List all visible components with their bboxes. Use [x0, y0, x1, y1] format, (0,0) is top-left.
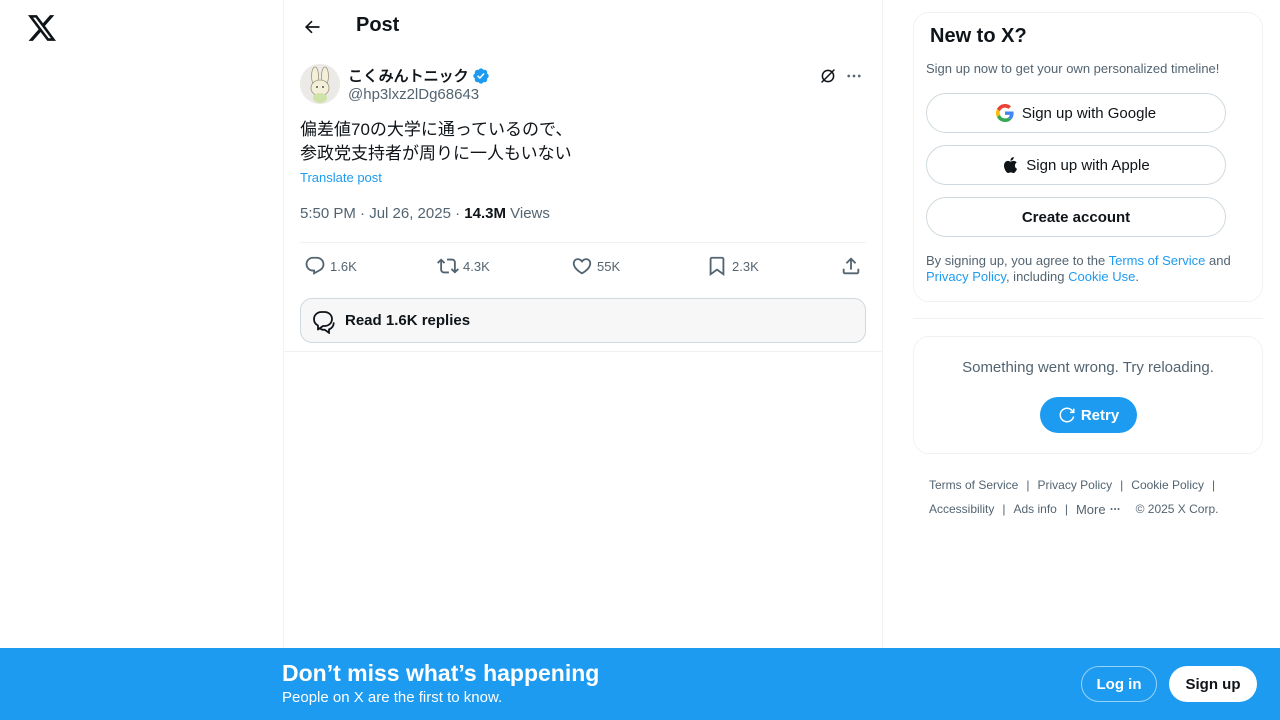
- separator: |: [1026, 478, 1030, 492]
- retry-button[interactable]: Retry: [1040, 397, 1137, 433]
- divider: [284, 351, 882, 352]
- signup-terms: By signing up, you agree to the Terms of…: [926, 253, 1246, 285]
- create-account-label: Create account: [1021, 208, 1131, 226]
- reply-button[interactable]: 1.6K: [304, 255, 357, 277]
- grok-icon[interactable]: [818, 66, 838, 86]
- footer-accessibility-link[interactable]: Accessibility: [929, 502, 994, 516]
- terms-prefix: By signing up, you agree to the: [926, 253, 1109, 268]
- footer-more-button[interactable]: More: [1076, 502, 1122, 517]
- read-replies-button[interactable]: Read 1.6K replies: [300, 298, 866, 343]
- author-name[interactable]: こくみんトニック: [348, 65, 490, 86]
- like-button[interactable]: 55K: [571, 255, 620, 277]
- action-bar: 1.6K 4.3K 55K 2.3K: [300, 242, 866, 290]
- reply-count: 1.6K: [330, 258, 357, 274]
- bookmark-count: 2.3K: [732, 258, 759, 274]
- bottom-signup-bar: Don’t miss what’s happening People on X …: [0, 648, 1280, 720]
- author-name-text: こくみんトニック: [348, 68, 469, 85]
- terms-including: , including: [1005, 269, 1069, 284]
- repost-count: 4.3K: [463, 258, 490, 274]
- footer-cookie-link[interactable]: Cookie Policy: [1131, 478, 1204, 492]
- signup-button[interactable]: Sign up: [1169, 666, 1257, 702]
- refresh-icon: [1058, 406, 1076, 424]
- main-column: Post こくみんトニック @hp3lxz2lDg68643 偏差値70の大学に…: [283, 0, 883, 648]
- translate-post-link[interactable]: Translate post: [300, 170, 382, 185]
- bookmark-button[interactable]: 2.3K: [706, 255, 759, 277]
- avatar[interactable]: [300, 64, 340, 104]
- reply-icon: [305, 256, 325, 275]
- footer: Terms of Service | Privacy Policy | Cookie…: [929, 473, 1249, 521]
- read-replies-label: Read 1.6K replies: [345, 312, 471, 329]
- top-bar: Post: [284, 0, 882, 53]
- bottom-bar-title: Don’t miss what’s happening: [282, 660, 600, 686]
- separator: |: [1120, 478, 1124, 492]
- privacy-policy-link[interactable]: Privacy Policy: [926, 269, 1006, 284]
- more-options-icon[interactable]: [844, 66, 864, 86]
- heart-icon: [572, 258, 592, 275]
- divider: [913, 318, 1263, 319]
- google-icon: [995, 104, 1014, 122]
- signup-card: New to X? Sign up now to get your own pe…: [913, 12, 1263, 302]
- signup-apple-button[interactable]: Sign up with Apple: [926, 145, 1226, 185]
- footer-privacy-link[interactable]: Privacy Policy: [1037, 478, 1112, 492]
- post-time[interactable]: 5:50 PM · Jul 26, 2025 ·: [300, 205, 464, 222]
- signup-subtitle: Sign up now to get your own personalized…: [926, 61, 1220, 76]
- page: Post こくみんトニック @hp3lxz2lDg68643 偏差値70の大学に…: [0, 0, 1280, 720]
- post-text: 偏差値70の大学に通っているので、 参政党支持者が周りに一人もいない: [300, 120, 573, 163]
- left-nav: [0, 0, 283, 648]
- bookmark-icon: [709, 256, 725, 277]
- separator: |: [1064, 502, 1068, 516]
- terms-and: and: [1205, 253, 1231, 268]
- error-message: Something went wrong. Try reloading.: [962, 359, 1214, 376]
- arrow-left-icon: [304, 20, 320, 34]
- error-card: Something went wrong. Try reloading. Ret…: [913, 336, 1263, 454]
- retry-label: Retry: [1080, 406, 1120, 424]
- signup-google-button[interactable]: Sign up with Google: [926, 93, 1226, 133]
- signup-title: New to X?: [930, 25, 1027, 47]
- footer-more-label: More: [1075, 501, 1106, 517]
- login-button[interactable]: Log in: [1081, 666, 1157, 702]
- conversation-icon: [311, 308, 337, 334]
- footer-ads-link[interactable]: Ads info: [1013, 502, 1056, 516]
- views-count: 14.3M: [464, 205, 506, 222]
- repost-icon: [437, 258, 459, 274]
- views-label: Views: [505, 205, 550, 222]
- create-account-button[interactable]: Create account: [926, 197, 1226, 237]
- like-count: 55K: [597, 258, 621, 274]
- share-icon: [842, 257, 860, 275]
- x-logo-icon[interactable]: [26, 12, 58, 44]
- more-dots-icon: [1110, 508, 1120, 510]
- signup-google-label: Sign up with Google: [1021, 104, 1157, 122]
- cookie-use-link[interactable]: Cookie Use: [1068, 269, 1135, 284]
- terms-end: .: [1135, 269, 1139, 284]
- repost-button[interactable]: 4.3K: [437, 255, 490, 277]
- page-title: Post: [356, 14, 400, 36]
- terms-of-service-link[interactable]: Terms of Service: [1109, 253, 1206, 268]
- separator: |: [1212, 478, 1216, 492]
- share-button[interactable]: [840, 255, 862, 277]
- verified-badge-icon: [472, 67, 490, 85]
- apple-icon: [1002, 156, 1018, 174]
- separator: |: [1002, 502, 1006, 516]
- footer-copyright: © 2025 X Corp.: [1135, 502, 1219, 516]
- signup-apple-label: Sign up with Apple: [1026, 156, 1150, 174]
- author-handle[interactable]: @hp3lxz2lDg68643: [348, 86, 479, 103]
- back-button[interactable]: [295, 10, 329, 44]
- post-meta: 5:50 PM · Jul 26, 2025 · 14.3M Views: [300, 205, 550, 222]
- bottom-bar-subtitle: People on X are the first to know.: [282, 689, 503, 706]
- footer-terms-link[interactable]: Terms of Service: [929, 478, 1018, 492]
